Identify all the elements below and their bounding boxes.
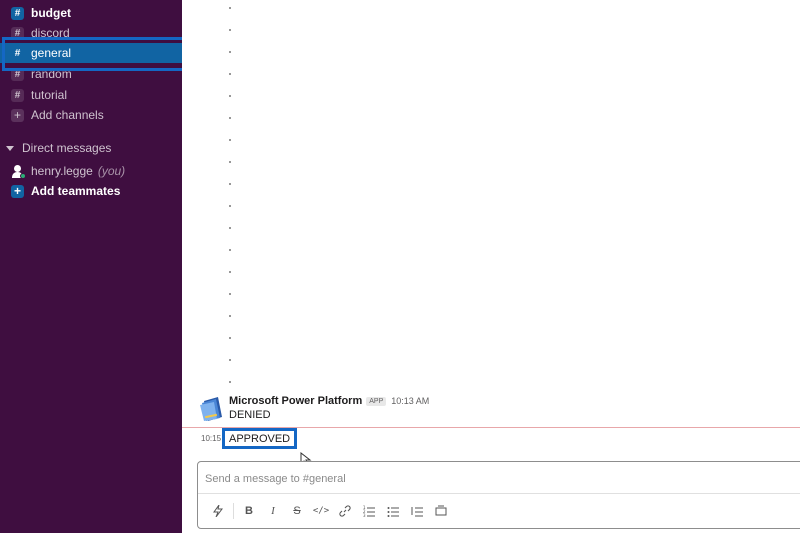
- hash-icon: #: [11, 26, 24, 40]
- message-pane: Microsoft Power Platform APP 10:13 AM DE…: [182, 0, 800, 533]
- app-badge: APP: [366, 396, 387, 406]
- hash-icon: #: [11, 6, 24, 20]
- hash-icon: #: [11, 88, 24, 102]
- message-input[interactable]: [205, 469, 795, 489]
- shortcuts-lightning-icon[interactable]: [206, 500, 230, 522]
- bulleted-list-icon[interactable]: [381, 500, 405, 522]
- hash-icon: #: [14, 47, 21, 59]
- message-timestamp[interactable]: 10:13 AM: [391, 396, 429, 406]
- caret-down-icon: [6, 145, 14, 151]
- code-block-icon[interactable]: [429, 500, 453, 522]
- message-approved[interactable]: APPROVED: [222, 428, 298, 449]
- plus-icon: +: [11, 184, 24, 198]
- add-channels-label: Add channels: [31, 108, 104, 122]
- sidebar-channel-budget[interactable]: # budget: [0, 3, 182, 23]
- add-teammates-label: Add teammates: [31, 184, 121, 198]
- toolbar-separator: [233, 503, 234, 519]
- code-icon[interactable]: </>: [309, 500, 333, 522]
- user-avatar-icon: [11, 164, 26, 179]
- direct-messages-header[interactable]: Direct messages: [0, 138, 182, 158]
- channel-label: tutorial: [31, 88, 68, 102]
- message-composer[interactable]: B I S </> 123: [197, 461, 800, 529]
- sidebar-channel-random[interactable]: # random: [0, 64, 182, 84]
- channel-label: budget: [31, 6, 71, 20]
- composer-divider: [198, 493, 800, 494]
- add-channels-button[interactable]: + Add channels: [0, 105, 182, 125]
- message-text: DENIED: [229, 409, 271, 421]
- sidebar-channel-discord[interactable]: # discord: [0, 23, 182, 43]
- sidebar: # budget # discord # general # random # …: [0, 0, 189, 533]
- power-automate-app-icon: [200, 397, 222, 421]
- blockquote-icon[interactable]: [405, 500, 429, 522]
- message-denied[interactable]: Microsoft Power Platform APP 10:13 AM DE…: [182, 392, 800, 428]
- add-teammates-button[interactable]: + Add teammates: [0, 181, 182, 201]
- you-label: (you): [97, 164, 126, 178]
- sidebar-channel-general[interactable]: # general: [0, 43, 182, 63]
- direct-messages-label: Direct messages: [22, 141, 112, 155]
- link-icon[interactable]: [333, 500, 357, 522]
- presence-dot: [20, 172, 26, 179]
- channel-label: random: [31, 67, 72, 81]
- message-short-timestamp[interactable]: 10:15: [201, 434, 221, 443]
- dm-henry-legge[interactable]: henry.legge (you): [0, 161, 182, 181]
- channel-label: general: [31, 46, 72, 60]
- sidebar-channel-tutorial[interactable]: # tutorial: [0, 85, 182, 105]
- svg-text:3: 3: [363, 513, 366, 517]
- strikethrough-icon[interactable]: S: [285, 500, 309, 522]
- sender-name[interactable]: Microsoft Power Platform: [229, 395, 362, 407]
- ordered-list-icon[interactable]: 123: [357, 500, 381, 522]
- plus-icon: +: [11, 108, 24, 122]
- formatting-toolbar: B I S </> 123: [206, 500, 453, 522]
- hash-icon: #: [11, 67, 24, 81]
- channel-label: discord: [31, 26, 70, 40]
- dm-user-label: henry.legge: [31, 164, 93, 178]
- message-sender: Microsoft Power Platform APP 10:13 AM: [229, 395, 429, 407]
- bold-icon[interactable]: B: [237, 500, 261, 522]
- italic-icon[interactable]: I: [261, 500, 285, 522]
